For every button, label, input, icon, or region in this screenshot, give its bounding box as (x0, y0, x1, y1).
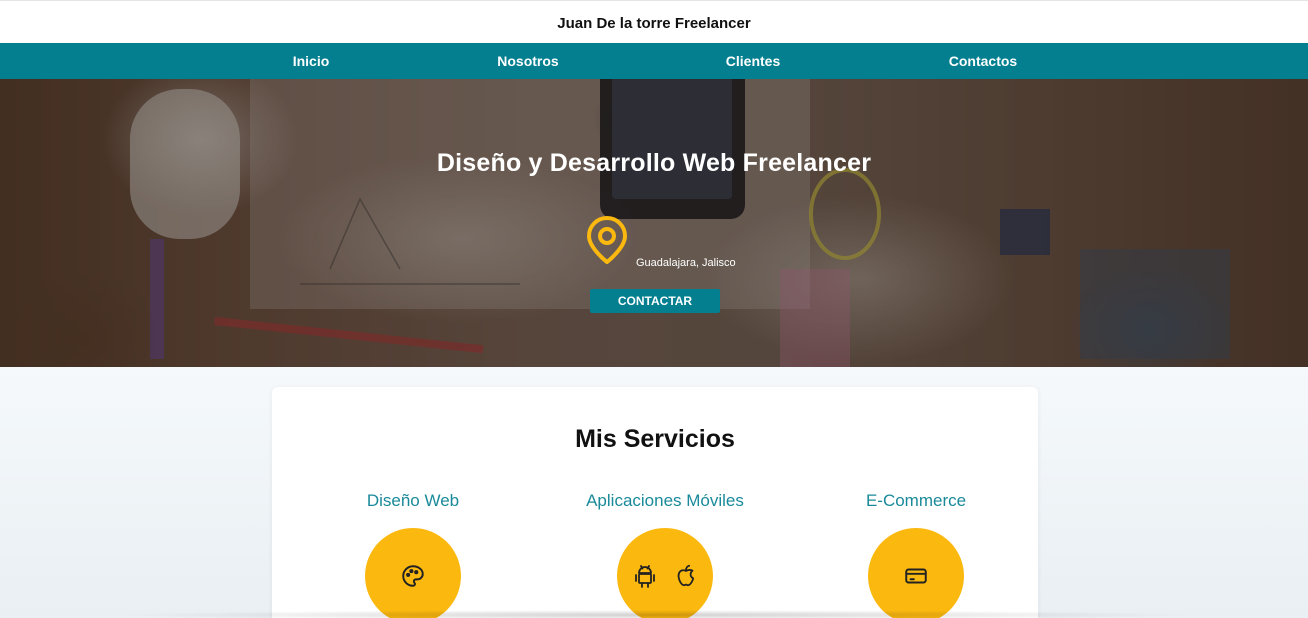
nav-link-nosotros[interactable]: Nosotros (497, 43, 558, 79)
service-title: E-Commerce (865, 491, 967, 510)
hero-overlay (0, 79, 1308, 367)
location-text: Guadalajara, Jalisco (636, 257, 736, 269)
service-e-commerce: E-Commerce (791, 490, 1041, 618)
site-header: Juan De la torre Freelancer (0, 0, 1308, 44)
hero-title: Diseño y Desarrollo Web Freelancer (436, 149, 872, 177)
map-pin-icon (587, 216, 627, 264)
nav-link-contactos[interactable]: Contactos (949, 43, 1017, 79)
apple-icon (677, 564, 695, 587)
site-title[interactable]: Juan De la torre Freelancer (557, 15, 750, 32)
service-aplicaciones-moviles: Aplicaciones Móviles (540, 490, 790, 618)
service-icon-circle (617, 528, 713, 618)
service-icon-circle (868, 528, 964, 618)
nav-link-clientes[interactable]: Clientes (726, 43, 780, 79)
hero-banner: Diseño y Desarrollo Web Freelancer Guada… (0, 79, 1308, 367)
credit-card-icon (905, 568, 927, 584)
android-icon (635, 565, 655, 588)
contactar-button[interactable]: CONTACTAR (590, 289, 720, 313)
nav-link-inicio[interactable]: Inicio (293, 43, 330, 79)
page: Juan De la torre Freelancer Inicio Nosot… (0, 0, 1308, 618)
scroll-shadow (110, 610, 1200, 618)
service-title: Diseño Web (366, 491, 460, 510)
services-title: Mis Servicios (575, 425, 735, 453)
main-nav: Inicio Nosotros Clientes Contactos (0, 43, 1308, 79)
service-diseno-web: Diseño Web (288, 490, 538, 618)
palette-icon (402, 565, 424, 587)
services-section: Mis Servicios Diseño Web Aplicaciones Mó… (0, 367, 1308, 618)
service-icon-circle (365, 528, 461, 618)
services-card: Mis Servicios Diseño Web Aplicaciones Mó… (272, 387, 1038, 618)
service-title: Aplicaciones Móviles (586, 491, 744, 510)
